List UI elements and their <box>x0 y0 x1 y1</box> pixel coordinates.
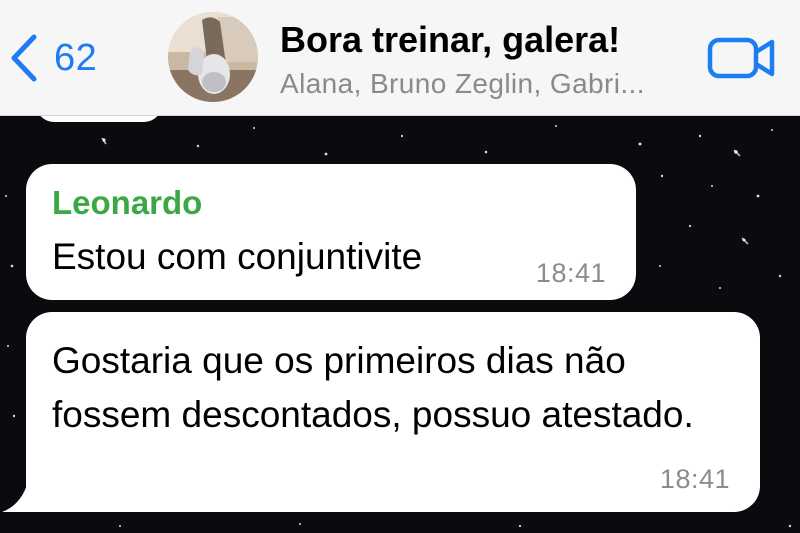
message-time: 18:41 <box>535 258 606 288</box>
chat-area[interactable]: Leonardo Estou com conjuntivite 18:41 Go… <box>0 116 800 533</box>
chat-title-area[interactable]: Bora treinar, galera! Alana, Bruno Zegli… <box>280 16 700 104</box>
back-button[interactable]: 62 <box>6 30 97 86</box>
group-avatar[interactable] <box>168 12 258 102</box>
message-time: 18:41 <box>659 464 730 494</box>
message-text: Estou com conjuntivite <box>52 236 423 277</box>
group-name: Bora treinar, galera! <box>280 19 621 60</box>
video-camera-icon <box>707 37 775 79</box>
group-avatar-image <box>168 12 258 102</box>
video-call-button[interactable] <box>706 32 778 84</box>
message-text: Gostaria que os primeiros dias não fosse… <box>52 340 694 435</box>
message-bubble[interactable]: Leonardo Estou com conjuntivite 18:41 <box>26 164 636 300</box>
chat-header: 62 Bora treinar, galera! Alana, Bruno Ze… <box>0 0 800 116</box>
message-sender[interactable]: Leonardo <box>52 184 202 222</box>
message-bubble[interactable]: Gostaria que os primeiros dias não fosse… <box>26 312 760 512</box>
group-members: Alana, Bruno Zeglin, Gabri... <box>280 68 645 99</box>
chevron-left-icon <box>11 34 37 82</box>
unread-count: 62 <box>54 36 98 79</box>
previous-message-bubble <box>36 116 162 122</box>
